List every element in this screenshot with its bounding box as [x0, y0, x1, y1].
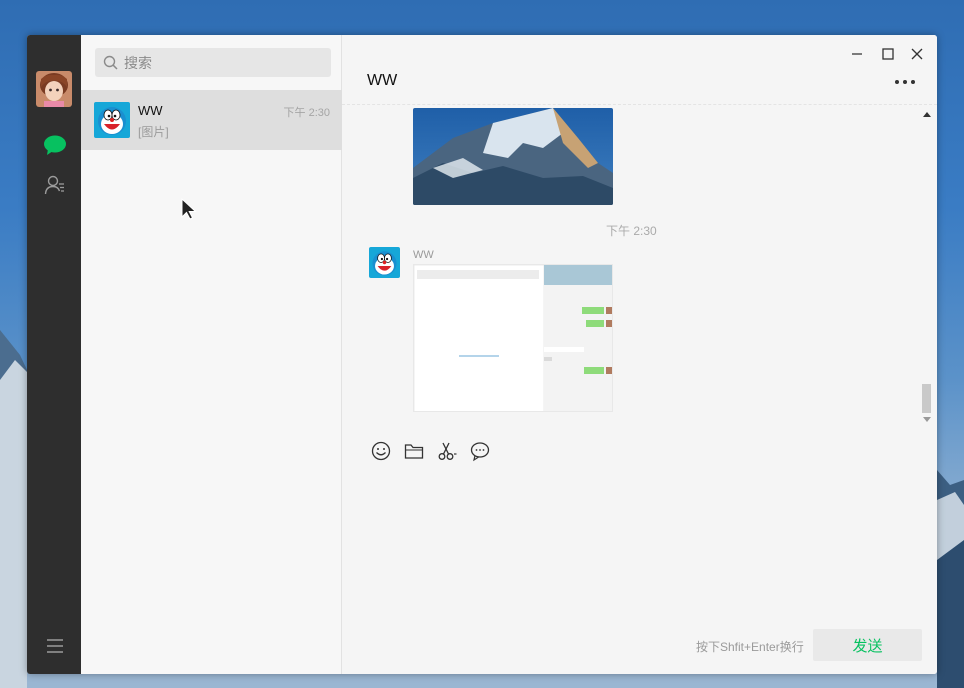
chat-window: WW 下午 2:30 [图片] WW: [27, 35, 937, 674]
scroll-down-arrow-icon[interactable]: [923, 417, 931, 423]
search-box: [95, 48, 331, 77]
message-composer[interactable]: 按下Shfit+Enter换行 发送: [342, 475, 937, 674]
chat-header: WW: [342, 35, 937, 105]
search-input[interactable]: [124, 54, 314, 71]
bubble-icon[interactable]: [469, 440, 491, 462]
emoji-icon[interactable]: [370, 440, 392, 462]
scrollbar-thumb[interactable]: [922, 384, 931, 413]
scroll-up-arrow-icon[interactable]: [923, 111, 931, 117]
folder-icon[interactable]: [403, 440, 425, 462]
search-icon: [103, 55, 118, 70]
menu-icon[interactable]: [46, 638, 64, 654]
image-message[interactable]: [413, 108, 613, 205]
mouse-cursor-icon: [181, 198, 197, 220]
composer-toolbar: [370, 440, 502, 464]
conversation-name: WW: [138, 103, 163, 118]
chat-icon[interactable]: [43, 134, 67, 156]
minimize-icon[interactable]: [850, 47, 864, 61]
message-sender-name: WW: [413, 249, 434, 261]
close-icon[interactable]: [910, 47, 924, 61]
sender-avatar[interactable]: [369, 247, 400, 278]
chat-pane: WW 下午 2:30 WW 按下Shfit+Enter换行 发送: [342, 35, 937, 674]
newline-hint: 按下Shfit+Enter换行: [696, 640, 804, 654]
scissors-icon[interactable]: [436, 440, 458, 462]
send-button[interactable]: 发送: [813, 629, 922, 661]
screenshot-image-message[interactable]: [413, 264, 613, 412]
contacts-icon[interactable]: [44, 174, 66, 196]
message-timestamp: 下午 2:30: [606, 224, 657, 238]
message-list[interactable]: 下午 2:30 WW: [342, 106, 937, 426]
conversation-time: 下午 2:30: [283, 107, 330, 119]
conversation-list: WW 下午 2:30 [图片]: [81, 35, 342, 674]
conversation-preview: [图片]: [138, 125, 169, 139]
maximize-icon[interactable]: [881, 47, 895, 61]
more-icon[interactable]: [894, 79, 916, 85]
contact-avatar: [94, 102, 130, 138]
chat-title: WW: [367, 72, 398, 89]
conversation-item-ww[interactable]: WW 下午 2:30 [图片]: [81, 90, 342, 150]
nav-bar: [27, 35, 81, 674]
user-avatar[interactable]: [36, 71, 72, 107]
